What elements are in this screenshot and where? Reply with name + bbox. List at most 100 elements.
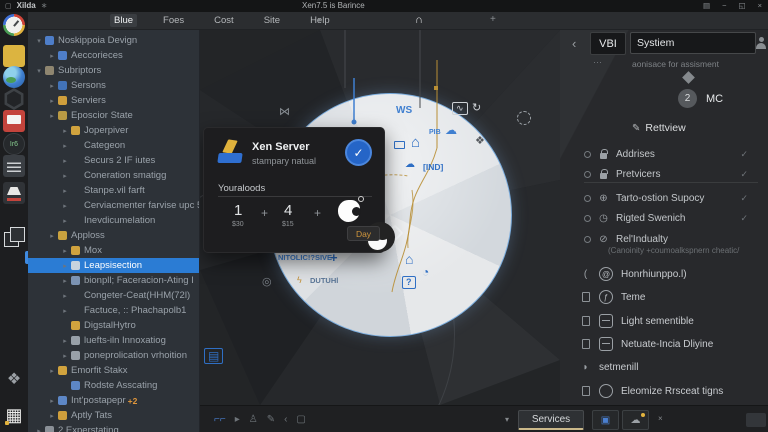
tree-item[interactable]: ▸Mox (28, 243, 199, 258)
back-chevron-icon[interactable]: ‹ (572, 36, 576, 51)
clock-icon[interactable] (3, 14, 25, 36)
app-grid-icon[interactable]: ▦ (3, 404, 25, 426)
pencil-icon[interactable]: ✎ (267, 414, 275, 425)
caret-closed-icon[interactable]: ▸ (47, 232, 57, 240)
caret-closed-icon[interactable]: ▸ (47, 82, 57, 90)
menu-cost[interactable]: Cost (210, 14, 238, 27)
day-button[interactable]: Day (347, 226, 380, 241)
rettview-link[interactable]: ✎ Rettview (632, 122, 686, 134)
caret-closed-icon[interactable]: ▸ (60, 337, 70, 345)
menu-site[interactable]: Site (260, 14, 284, 27)
menu-foes[interactable]: Foes (159, 14, 188, 27)
tree-item[interactable]: DigstalHytro (28, 318, 199, 333)
caret-closed-icon[interactable]: ▸ (47, 397, 57, 405)
tree-item[interactable]: Rodste Asscating (28, 378, 199, 393)
option-row[interactable]: ⊘Rel'Indualty (584, 231, 762, 247)
ir6-icon[interactable]: Ir6 (3, 133, 25, 155)
caret-closed-icon[interactable]: ▸ (60, 292, 70, 300)
caret-right-icon[interactable]: ▸ (235, 414, 240, 425)
tree-item[interactable]: ▸poneprolication vrhoition (28, 348, 199, 363)
apple-logo-icon[interactable] (338, 200, 360, 222)
panel-item-row[interactable]: ƒTeme (580, 288, 766, 306)
option-row[interactable]: Pretvicers✓ (584, 166, 762, 182)
tree-item[interactable]: ▸Coneration smatigg (28, 168, 199, 183)
panel-item-row[interactable]: ◗setmenill (580, 358, 766, 376)
tree-item[interactable]: ▾Subriptors (28, 63, 199, 78)
tree-item[interactable]: ▸Congeter-Ceat(HHM(72l) (28, 288, 199, 303)
caret-closed-icon[interactable]: ▸ (60, 187, 70, 195)
close-button[interactable]: × (758, 1, 762, 10)
caret-closed-icon[interactable]: ▸ (60, 352, 70, 360)
tree-item[interactable]: ▸Aptly Tats (28, 408, 199, 423)
panel-item-row[interactable]: Light sementible (580, 312, 766, 330)
cloud-sync-icon[interactable]: ☁ (622, 410, 649, 430)
caret-closed-icon[interactable]: ▸ (60, 172, 70, 180)
person-icon[interactable] (755, 37, 767, 49)
window-menu-icon[interactable]: ▤ (703, 1, 710, 10)
caret-open-icon[interactable]: ▾ (34, 67, 44, 75)
tree-item[interactable]: ▸Emorfit Stakx (28, 363, 199, 378)
tree-item[interactable]: ▸Joperpiver (28, 123, 199, 138)
tree-item[interactable]: ▸Factuce, :: Phachapolb1 (28, 303, 199, 318)
quantity-2[interactable]: 4 (284, 202, 292, 219)
tree-item[interactable]: ▸Aeccorieces (28, 48, 199, 63)
option-row[interactable]: Addrises✓ (584, 146, 762, 162)
caret-closed-icon[interactable]: ▸ (60, 127, 70, 135)
briefcase-icon[interactable]: ▣ (592, 410, 619, 430)
tree-item[interactable]: ▸Serviers (28, 93, 199, 108)
panel-item-row[interactable]: Netuate-Incia Dliyine (580, 335, 766, 353)
list-icon[interactable] (3, 155, 25, 177)
confirm-check-button[interactable]: ✓ (345, 139, 372, 166)
tree-item[interactable]: ▸Categeon (28, 138, 199, 153)
caret-closed-icon[interactable]: ▸ (47, 52, 57, 60)
close-small-icon[interactable]: × (658, 414, 663, 423)
services-button[interactable]: Services (518, 410, 584, 430)
network-icon[interactable]: ⌐⌐ (214, 414, 226, 425)
caret-closed-icon[interactable]: ▸ (60, 142, 70, 150)
frame-icon[interactable]: ▢ (296, 414, 305, 425)
panel-item-row[interactable]: Eleomize Rrsceat tigns (580, 382, 766, 400)
printer-icon[interactable] (3, 182, 25, 204)
minimize-button[interactable]: − (722, 1, 726, 10)
tree-item[interactable]: ▸Leapsisection (28, 258, 199, 273)
radio-icon[interactable] (584, 195, 591, 202)
caret-closed-icon[interactable]: ▸ (47, 412, 57, 420)
dropdown-caret-icon[interactable]: ▾ (505, 415, 509, 424)
caret-open-icon[interactable]: ▾ (34, 37, 44, 45)
caret-closed-icon[interactable]: ▸ (60, 307, 70, 315)
quantity-1[interactable]: 1 (234, 202, 242, 219)
layers-icon[interactable] (3, 226, 25, 248)
tree-item[interactable]: ▸Cerviacmenter farvise upc 54 (28, 198, 199, 213)
back-icon[interactable]: ‹ (284, 414, 287, 425)
folder-icon[interactable] (3, 45, 25, 67)
monitor-icon[interactable] (3, 110, 25, 132)
tree-item[interactable]: ▸Sersons (28, 78, 199, 93)
tree-item[interactable]: ▸luefts-iln Innoxatiog (28, 333, 199, 348)
user-icon[interactable]: ♙ (249, 414, 258, 425)
radio-icon[interactable] (584, 151, 591, 158)
panel-item-row[interactable]: (@Honrhiunppo.l) (580, 265, 766, 283)
corner-widget[interactable] (746, 413, 766, 427)
option-row[interactable]: ◷Rigted Swenich✓ (584, 210, 762, 226)
restore-button[interactable]: ◱ (739, 1, 746, 10)
option-row[interactable]: ⊕Tarto-ostion Supocy✓ (584, 190, 762, 206)
caret-closed-icon[interactable]: ▸ (60, 247, 70, 255)
tree-item[interactable]: ▸Securs 2 IF iutes (28, 153, 199, 168)
browser-globe-icon[interactable] (3, 66, 25, 88)
caret-closed-icon[interactable]: ▸ (60, 217, 70, 225)
menu-blue[interactable]: Blue (110, 14, 137, 27)
radio-icon[interactable] (584, 215, 591, 222)
hexagon-icon[interactable] (3, 88, 25, 110)
tree-item[interactable]: ▸Apploss (28, 228, 199, 243)
caret-closed-icon[interactable]: ▸ (60, 277, 70, 285)
caret-closed-icon[interactable]: ▸ (47, 112, 57, 120)
radio-icon[interactable] (584, 171, 591, 178)
radio-icon[interactable] (584, 236, 591, 243)
caret-closed-icon[interactable]: ▸ (47, 367, 57, 375)
tree-item[interactable]: ▸Inevdicumelation (28, 213, 199, 228)
system-input[interactable]: Systiem (630, 32, 756, 54)
add-tab-icon[interactable]: + (490, 14, 496, 25)
caret-closed-icon[interactable]: ▸ (34, 427, 44, 432)
tree-item[interactable]: ▸Int'postapepr+2 (28, 393, 199, 408)
caret-closed-icon[interactable]: ▸ (60, 262, 70, 270)
